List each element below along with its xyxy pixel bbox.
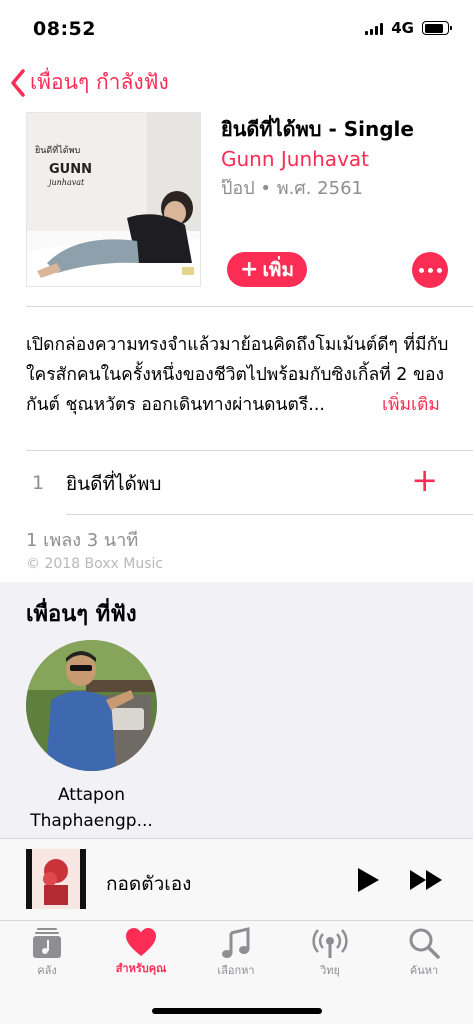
tab-label: เลือกหา — [217, 964, 255, 977]
tab-browse[interactable]: เลือกหา — [196, 927, 276, 979]
add-album-button-label: เพิ่ม — [262, 258, 294, 281]
plus-icon: + — [240, 256, 259, 282]
music-note-icon — [222, 927, 250, 958]
library-icon — [33, 928, 61, 958]
track-row[interactable]: 1 ยินดีที่ได้พบ + — [0, 452, 473, 514]
mini-player[interactable]: กอดตัวเอง — [0, 838, 473, 920]
friends-listening-section: เพื่อนๆ ที่ฟัง Attapon Thaphaengp... — [0, 582, 473, 838]
tab-label: ค้นหา — [409, 964, 439, 977]
album-artist-link[interactable]: Gunn Junhavat — [221, 147, 461, 171]
track-count-duration: 1 เพลง 3 นาที — [26, 530, 139, 551]
album-info: ยินดีที่ได้พบ - Single Gunn Junhavat ป๊อ… — [221, 113, 461, 202]
album-title: ยินดีที่ได้พบ - Single — [221, 117, 414, 141]
ellipsis-icon — [418, 267, 424, 273]
copyright-text: © 2018 Boxx Music — [26, 556, 164, 572]
tab-for-you[interactable]: สำหรับคุณ — [101, 927, 181, 977]
status-time: 08:52 — [33, 18, 96, 40]
network-type: 4G — [391, 19, 414, 37]
add-track-button[interactable]: + — [411, 464, 438, 496]
add-album-button[interactable]: + เพิ่ม — [227, 252, 307, 287]
friend-name: Attapon Thaphaengp... — [30, 785, 153, 831]
tab-search[interactable]: ค้นหา — [384, 927, 464, 979]
status-indicators: 4G — [365, 19, 452, 37]
heart-icon — [126, 928, 156, 956]
divider — [26, 306, 473, 307]
tab-radio[interactable]: วิทยุ — [290, 927, 370, 979]
tab-label: คลัง — [37, 964, 57, 977]
track-title: ยินดีที่ได้พบ — [66, 473, 162, 495]
status-bar: 08:52 4G — [0, 0, 473, 56]
divider — [26, 450, 473, 451]
tab-label: วิทยุ — [320, 964, 340, 977]
fast-forward-icon — [410, 870, 442, 890]
friends-heading: เพื่อนๆ ที่ฟัง — [26, 602, 137, 627]
cellular-signal-icon — [365, 22, 384, 35]
tab-library[interactable]: คลัง — [7, 927, 87, 979]
now-playing-artwork — [26, 849, 86, 909]
album-art-artist-sub: junhavat — [47, 178, 85, 187]
friend-photo — [26, 640, 157, 771]
album-genre-year: ป๊อป • พ.ศ. 2561 — [221, 178, 363, 199]
radio-icon — [312, 929, 348, 958]
back-button[interactable]: เพื่อนๆ กำลังฟัง — [10, 66, 169, 99]
read-more-link[interactable]: เพิ่มเติม — [378, 390, 440, 420]
search-icon — [409, 928, 440, 959]
chevron-left-icon — [11, 68, 25, 97]
tab-label: สำหรับคุณ — [115, 962, 167, 975]
divider — [66, 514, 473, 515]
play-icon — [358, 868, 379, 892]
skip-forward-button[interactable] — [409, 869, 443, 895]
album-artwork[interactable]: ยินดีที่ได้พบ GUNN junhavat — [26, 112, 201, 287]
track-number: 1 — [32, 472, 45, 494]
back-button-label: เพื่อนๆ กำลังฟัง — [30, 70, 169, 94]
friend-avatar[interactable] — [26, 640, 157, 771]
now-playing-title: กอดตัวเอง — [106, 873, 192, 895]
album-artwork-image: ยินดีที่ได้พบ GUNN junhavat — [27, 113, 200, 286]
battery-icon — [422, 21, 452, 35]
more-options-button[interactable] — [412, 252, 448, 288]
battery-level — [424, 23, 444, 33]
home-indicator[interactable] — [152, 1008, 322, 1014]
play-button[interactable] — [356, 867, 380, 897]
album-art-artist: GUNN — [49, 162, 92, 177]
